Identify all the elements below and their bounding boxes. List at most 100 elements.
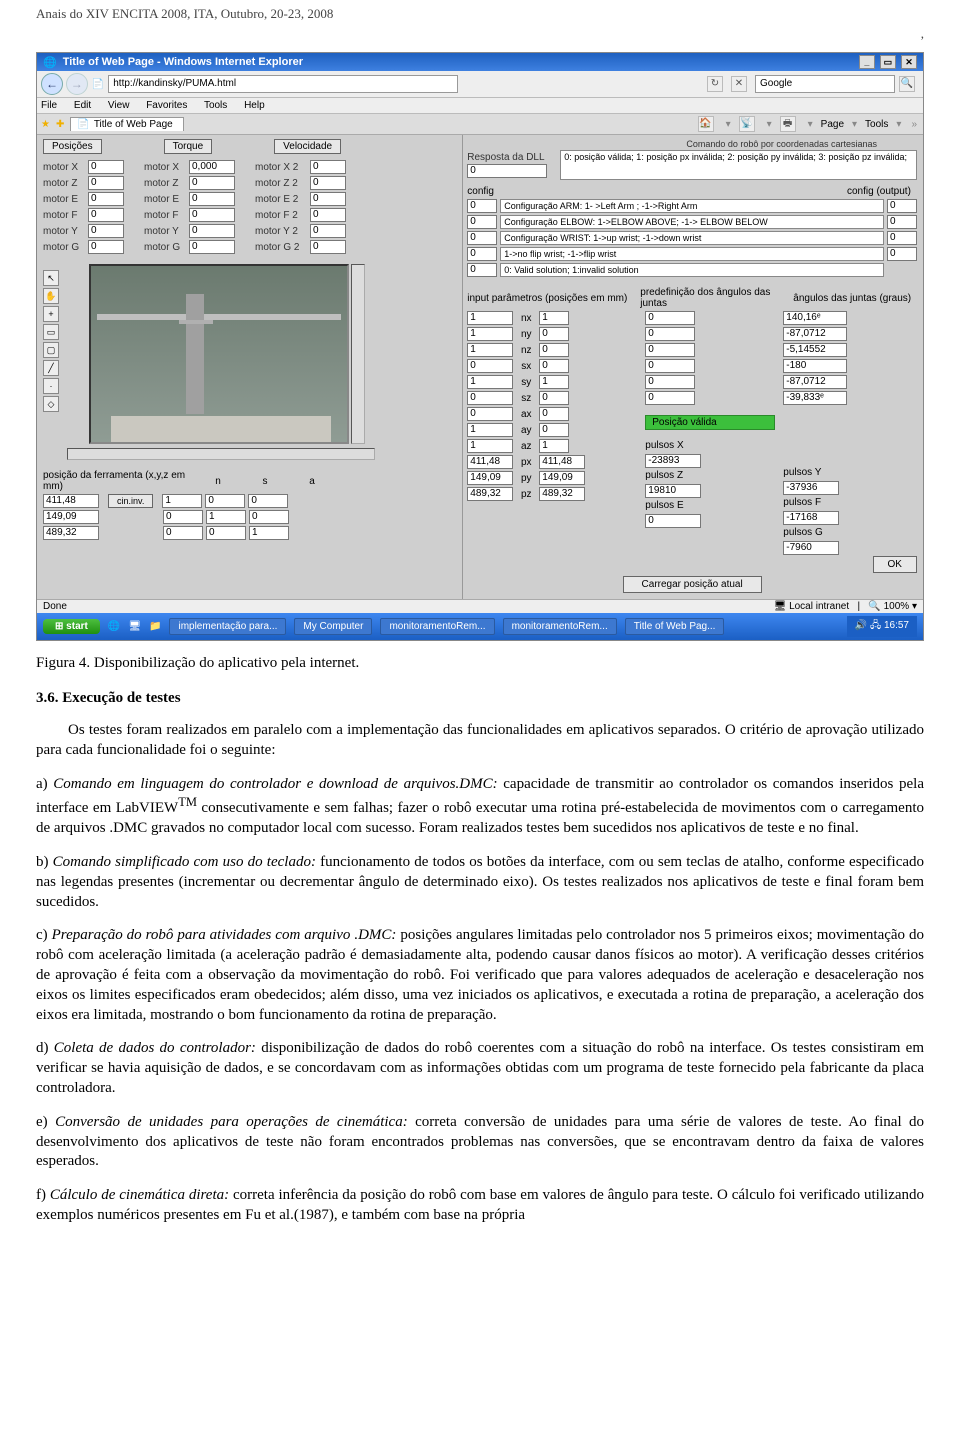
scrollbar-h[interactable] <box>67 448 375 460</box>
btn-posicoes[interactable]: Posições <box>43 139 102 154</box>
input-v1[interactable]: 1 <box>467 439 513 453</box>
predef-val[interactable]: 0 <box>645 327 695 341</box>
motor-val-2[interactable]: 0 <box>189 224 235 238</box>
motor-val-3[interactable]: 0 <box>310 176 346 190</box>
nsa-cell[interactable]: 0 <box>206 526 246 540</box>
input-vv[interactable]: 0 <box>539 327 569 341</box>
tool-zoom-icon[interactable]: + <box>43 306 59 322</box>
page-menu[interactable]: Page <box>821 119 844 130</box>
config-v[interactable]: 0 <box>467 199 497 213</box>
refresh-icon[interactable]: ↻ <box>707 76 723 92</box>
input-v1[interactable]: 0 <box>467 391 513 405</box>
menu-help[interactable]: Help <box>244 100 265 111</box>
tool-point-icon[interactable]: · <box>43 378 59 394</box>
menu-edit[interactable]: Edit <box>74 100 91 111</box>
quicklaunch-ie-icon[interactable]: 🌐 <box>108 621 120 632</box>
motor-val-2[interactable]: 0 <box>189 176 235 190</box>
xyz-val[interactable]: 489,32 <box>43 526 99 540</box>
config-v[interactable]: 0 <box>467 215 497 229</box>
motor-val-2[interactable]: 0 <box>189 240 235 254</box>
forward-icon[interactable]: → <box>66 73 88 95</box>
predef-val[interactable]: 0 <box>645 343 695 357</box>
input-vv[interactable]: 0 <box>539 407 569 421</box>
nsa-cell[interactable]: 1 <box>249 526 289 540</box>
scrollbar-v[interactable] <box>351 264 365 444</box>
input-vv[interactable]: 1 <box>539 311 569 325</box>
close-icon[interactable]: ✕ <box>901 55 917 69</box>
start-button[interactable]: ⊞ start <box>43 619 100 634</box>
motor-val[interactable]: 0 <box>88 192 124 206</box>
motor-val-3[interactable]: 0 <box>310 208 346 222</box>
minimize-icon[interactable]: _ <box>859 55 875 69</box>
browser-tab[interactable]: 📄Title of Web Page <box>70 117 183 131</box>
system-tray[interactable]: 🔊 🖧 16:57 <box>847 616 917 637</box>
menu-view[interactable]: View <box>108 100 130 111</box>
motor-val-3[interactable]: 0 <box>310 192 346 206</box>
window-buttons[interactable]: _ ▭ ✕ <box>857 55 917 69</box>
input-v1[interactable]: 489,32 <box>467 487 513 501</box>
input-v1[interactable]: 1 <box>467 423 513 437</box>
quicklaunch-desktop-icon[interactable]: 🖥 <box>128 621 141 632</box>
task-4[interactable]: monitoramentoRem... <box>503 618 617 635</box>
motor-val-3[interactable]: 0 <box>310 224 346 238</box>
tools-menu[interactable]: Tools <box>865 119 888 130</box>
ie-menubar[interactable]: File Edit View Favorites Tools Help <box>37 98 923 114</box>
favorites-star-icon[interactable]: ★ <box>41 119 50 130</box>
carregar-btn[interactable]: Carregar posição atual <box>623 576 762 593</box>
nsa-cell[interactable]: 0 <box>163 510 203 524</box>
task-3[interactable]: monitoramentoRem... <box>380 618 494 635</box>
input-v1[interactable]: 1 <box>467 375 513 389</box>
task-2[interactable]: My Computer <box>294 618 372 635</box>
config-v[interactable]: 0 <box>467 247 497 261</box>
favorites-plus-icon[interactable]: ✚ <box>56 119 64 130</box>
ok-button[interactable]: OK <box>873 556 917 573</box>
motor-val-2[interactable]: 0,000 <box>189 160 235 174</box>
tool-other-icon[interactable]: ◇ <box>43 396 59 412</box>
nsa-cell[interactable]: 0 <box>249 510 289 524</box>
tool-roi2-icon[interactable]: ▢ <box>43 342 59 358</box>
predef-val[interactable]: 0 <box>645 375 695 389</box>
tool-line-icon[interactable]: ╱ <box>43 360 59 376</box>
motor-val[interactable]: 0 <box>88 224 124 238</box>
menu-tools[interactable]: Tools <box>204 100 227 111</box>
btn-torque[interactable]: Torque <box>164 139 213 154</box>
input-v1[interactable]: 1 <box>467 311 513 325</box>
windows-taskbar[interactable]: ⊞ start 🌐 🖥 📁 implementação para... My C… <box>37 613 923 640</box>
motor-val[interactable]: 0 <box>88 160 124 174</box>
input-vv[interactable]: 0 <box>539 359 569 373</box>
task-1[interactable]: implementação para... <box>169 618 286 635</box>
nsa-cell[interactable]: 0 <box>248 494 288 508</box>
input-vv[interactable]: 1 <box>539 375 569 389</box>
input-vv[interactable]: 0 <box>539 391 569 405</box>
motor-val-2[interactable]: 0 <box>189 192 235 206</box>
motor-val-3[interactable]: 0 <box>310 160 346 174</box>
motor-val[interactable]: 0 <box>88 208 124 222</box>
predef-val[interactable]: 0 <box>645 391 695 405</box>
cin-inv-btn[interactable]: cin.inv. <box>108 494 153 508</box>
input-v1[interactable]: 411,48 <box>467 455 513 469</box>
input-vv[interactable]: 0 <box>539 343 569 357</box>
predef-val[interactable]: 0 <box>645 359 695 373</box>
nsa-cell[interactable]: 1 <box>206 510 246 524</box>
feeds-icon[interactable]: 📡 <box>739 116 755 132</box>
input-vv[interactable]: 1 <box>539 439 569 453</box>
tool-pointer-icon[interactable]: ↖ <box>43 270 59 286</box>
input-v1[interactable]: 0 <box>467 359 513 373</box>
tool-roi1-icon[interactable]: ▭ <box>43 324 59 340</box>
nsa-cell[interactable]: 0 <box>163 526 203 540</box>
config-v[interactable]: 0 <box>467 263 497 277</box>
tool-hand-icon[interactable]: ✋ <box>43 288 59 304</box>
back-icon[interactable]: ← <box>41 73 63 95</box>
btn-velocidade[interactable]: Velocidade <box>274 139 341 154</box>
motor-val-2[interactable]: 0 <box>189 208 235 222</box>
xyz-val[interactable]: 149,09 <box>43 510 99 524</box>
predef-val[interactable]: 0 <box>645 311 695 325</box>
motor-val[interactable]: 0 <box>88 176 124 190</box>
quicklaunch-explorer-icon[interactable]: 📁 <box>149 621 161 632</box>
input-v1[interactable]: 149,09 <box>467 471 513 485</box>
nav-arrows[interactable]: ← → <box>41 73 88 95</box>
motor-val[interactable]: 0 <box>88 240 124 254</box>
input-vv[interactable]: 0 <box>539 423 569 437</box>
input-vv2[interactable]: 411,48 <box>539 455 585 469</box>
input-v1[interactable]: 1 <box>467 327 513 341</box>
